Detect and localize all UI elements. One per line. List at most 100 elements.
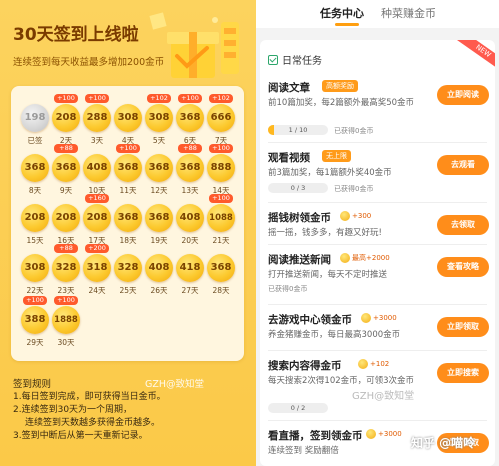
task-item: 阅读文章 高额奖励 前10篇加奖，每2篇额外最高奖50金币 1 / 10 已获得0金币 立… bbox=[260, 80, 495, 135]
checkin-day[interactable]: 328 23天 +88 bbox=[52, 244, 80, 296]
checkin-day[interactable]: 368 18天 bbox=[114, 204, 142, 246]
tab-underline bbox=[335, 23, 359, 26]
reward-pill: 无上限 bbox=[322, 150, 351, 162]
daily-task-list: 日常任务 NEW 阅读文章 高额奖励 前10篇加奖，每2篇额外最高奖50金币 1 / … bbox=[260, 40, 495, 466]
coin-icon: 408 bbox=[145, 254, 173, 282]
task-description: 连续签到 奖励翻倍 bbox=[268, 446, 339, 456]
checkin-calendar: 198 已签 208 2天 +100 288 3天 +100 308 4天 308 5天 +102 368… bbox=[11, 86, 244, 361]
checkin-day[interactable]: 368 9天 +88 bbox=[52, 144, 80, 196]
task-item: 观看视频 无上限 前3篇加奖，每1篇额外奖40金币 0 / 3 已获得0金币 去观看 bbox=[260, 150, 495, 200]
checkin-day[interactable]: 408 26天 bbox=[145, 254, 173, 296]
coin-icon: 288 bbox=[83, 104, 111, 132]
coin-icon: 408 bbox=[176, 204, 204, 232]
coin-icon: 308 bbox=[145, 104, 173, 132]
bonus-badge: +102 bbox=[209, 94, 233, 103]
coin-icon: 368 bbox=[145, 204, 173, 232]
gift-box-icon bbox=[149, 12, 239, 78]
checkin-day[interactable]: 368 19天 bbox=[145, 204, 173, 246]
task-action-button[interactable]: 立即搜索 bbox=[437, 363, 489, 383]
coin-icon: 198 bbox=[21, 104, 49, 132]
new-ribbon: NEW bbox=[456, 40, 495, 73]
zhihu-watermark: 知乎 @喵呤 bbox=[411, 436, 476, 450]
task-action-button[interactable]: 去观看 bbox=[437, 155, 489, 175]
divider bbox=[268, 350, 487, 351]
checkin-day[interactable]: 328 25天 bbox=[114, 254, 142, 296]
checkin-day[interactable]: 208 15天 bbox=[21, 204, 49, 246]
checkin-title: 30天签到上线啦 bbox=[13, 25, 139, 45]
checkbox-icon bbox=[268, 55, 278, 65]
task-description: 每天搜索2次得102金币，可领3次金币 bbox=[268, 376, 415, 386]
task-title: 看直播，签到领金币 bbox=[268, 430, 363, 442]
bonus-badge: +200 bbox=[85, 244, 109, 253]
reward-pill: +3000 bbox=[366, 428, 406, 440]
task-action-button[interactable]: 立即领取 bbox=[437, 317, 489, 337]
task-title: 阅读推送新闻 bbox=[268, 254, 331, 266]
watermark: GZH@致知堂 bbox=[145, 379, 205, 390]
coin-icon: 308 bbox=[114, 104, 142, 132]
task-title: 搜索内容得金币 bbox=[268, 360, 342, 372]
coin-icon: 208 bbox=[83, 204, 111, 232]
progress-text: 0 / 2 bbox=[290, 404, 306, 412]
bonus-badge: +100 bbox=[116, 144, 140, 153]
bonus-badge: +100 bbox=[54, 94, 78, 103]
checkin-panel: 30天签到上线啦 连续签到每天收益最多增加200金币 198 已签 208 2天 +10… bbox=[0, 0, 256, 466]
coin-icon: 368 bbox=[21, 154, 49, 182]
checkin-day[interactable]: 288 3天 +100 bbox=[83, 94, 111, 146]
checkin-day[interactable]: 308 5天 +102 bbox=[145, 94, 173, 146]
checkin-day[interactable]: 408 20天 bbox=[176, 204, 204, 246]
reward-pill: +3000 bbox=[361, 312, 401, 324]
reward-pill: 最高+2000 bbox=[340, 252, 394, 264]
divider bbox=[268, 420, 487, 421]
bonus-badge: +100 bbox=[54, 296, 78, 305]
checkin-day[interactable]: 418 27天 bbox=[176, 254, 204, 296]
checkin-day[interactable]: 888 14天 +100 bbox=[207, 144, 235, 196]
coin-icon: 888 bbox=[207, 154, 235, 182]
task-action-button[interactable]: 去领取 bbox=[437, 215, 489, 235]
checkin-day[interactable]: 308 4天 bbox=[114, 104, 142, 146]
coin-icon: 208 bbox=[21, 204, 49, 232]
coin-icon: 208 bbox=[52, 104, 80, 132]
checkin-day[interactable]: 208 16天 bbox=[52, 204, 80, 246]
checkin-day[interactable]: 318 24天 +200 bbox=[83, 244, 111, 296]
checkin-day[interactable]: 308 22天 bbox=[21, 254, 49, 296]
divider bbox=[268, 142, 487, 143]
checkin-day[interactable]: 368 6天 +100 bbox=[176, 94, 204, 146]
tab-task-center[interactable]: 任务中心 bbox=[320, 5, 364, 21]
section-title: 日常任务 bbox=[282, 56, 322, 67]
checkin-day[interactable]: 1888 30天 +100 bbox=[52, 296, 80, 348]
task-action-button[interactable]: 查看攻略 bbox=[437, 257, 489, 277]
checkin-day[interactable]: 368 8天 bbox=[21, 154, 49, 196]
bonus-badge: +100 bbox=[209, 144, 233, 153]
task-progress-bar: 0 / 2 bbox=[268, 403, 328, 413]
coin-icon: 666 bbox=[207, 104, 235, 132]
task-action-button[interactable]: 立即阅读 bbox=[437, 85, 489, 105]
divider bbox=[268, 202, 487, 203]
tab-bar: 任务中心 种菜赚金币 bbox=[256, 0, 499, 28]
tab-farm-coins[interactable]: 种菜赚金币 bbox=[381, 5, 436, 21]
task-description: 前10篇加奖，每2篇额外最高奖50金币 bbox=[268, 98, 415, 108]
day-label: 28天 bbox=[212, 286, 230, 295]
bonus-badge: +102 bbox=[147, 94, 171, 103]
checkin-day[interactable]: 368 11天 +100 bbox=[114, 144, 142, 196]
checkin-day[interactable]: 198 已签 bbox=[21, 104, 49, 146]
divider bbox=[268, 304, 487, 305]
coins-earned: 已获得0金币 bbox=[334, 185, 374, 193]
checkin-rules: 签到规则 1.每日签到完成，即可获得当日金币。 2.连续签到30天为一个周期， … bbox=[13, 378, 248, 443]
coin-icon: 408 bbox=[83, 154, 111, 182]
coin-icon: 368 bbox=[114, 154, 142, 182]
checkin-day[interactable]: 368 28天 bbox=[207, 254, 235, 296]
checkin-day[interactable]: 368 13天 +88 bbox=[176, 144, 204, 196]
bonus-badge: +88 bbox=[178, 144, 202, 153]
checkin-day[interactable]: 368 12天 bbox=[145, 154, 173, 196]
checkin-day[interactable]: 208 17天 +160 bbox=[83, 194, 111, 246]
checkin-day[interactable]: 408 10天 bbox=[83, 154, 111, 196]
checkin-day[interactable]: 388 29天 +100 bbox=[21, 296, 49, 348]
coin-icon: 368 bbox=[176, 154, 204, 182]
checkin-subtitle: 连续签到每天收益最多增加200金币 bbox=[13, 57, 165, 68]
task-item: 去游戏中心领金币 +3000 养金猪赚金币，每日最高3000金币 立即领取 bbox=[260, 312, 495, 362]
checkin-day[interactable]: 1088 21天 +100 bbox=[207, 194, 235, 246]
rule-item: 2.连续签到30天为一个周期， bbox=[13, 405, 133, 415]
checkin-day[interactable]: 208 2天 +100 bbox=[52, 94, 80, 146]
coins-earned: 已获得0金币 bbox=[268, 285, 308, 293]
checkin-day[interactable]: 666 7天 +102 bbox=[207, 94, 235, 146]
